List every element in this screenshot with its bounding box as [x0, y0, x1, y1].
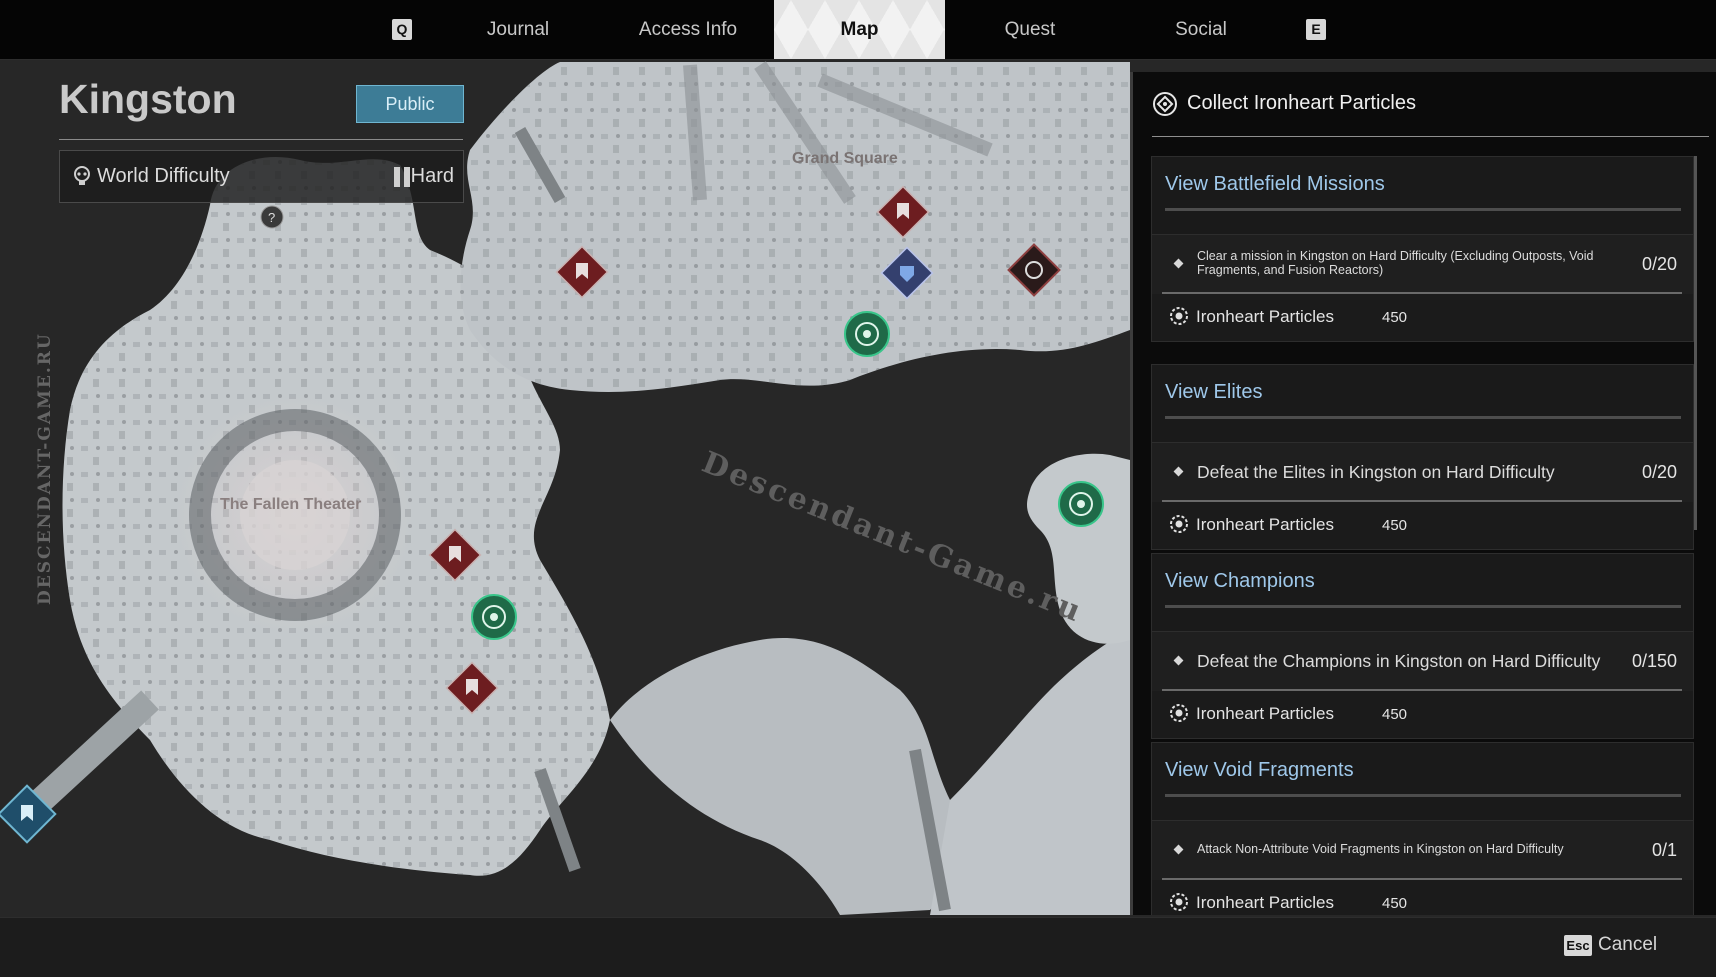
quest-tracker-panel: Collect Ironheart Particles View Battlef…	[1130, 72, 1716, 915]
section-divider	[1165, 416, 1681, 419]
reward-amount: 450	[1382, 517, 1408, 534]
visibility-badge[interactable]: Public	[356, 85, 464, 123]
ironheart-particle-icon	[1169, 703, 1189, 728]
panel-title-divider	[1152, 136, 1709, 137]
map-watermark-vertical: DESCENDANT-GAME.RU	[35, 332, 55, 605]
objective-progress: 0/1	[1651, 840, 1677, 860]
panel-title: Collect Ironheart Particles	[1187, 92, 1416, 114]
section-title-link[interactable]: View Champions	[1165, 570, 1315, 593]
location-label-grand-square: Grand Square	[792, 150, 898, 167]
section-title-link[interactable]: View Elites	[1165, 381, 1262, 404]
section-void-fragments: View Void Fragments Attack Non-Attribute…	[1151, 742, 1694, 915]
reward-amount: 450	[1382, 309, 1408, 326]
reward-amount: 450	[1382, 895, 1408, 912]
reward-row: Ironheart Particles 450	[1151, 502, 1694, 550]
ironheart-particle-icon	[1169, 306, 1189, 331]
tab-journal[interactable]: Journal	[456, 0, 580, 59]
reward-row: Ironheart Particles 450	[1151, 294, 1694, 342]
objective-text: Attack Non-Attribute Void Fragments in K…	[1197, 842, 1564, 856]
prev-tab-key-hint[interactable]: Q	[392, 19, 412, 40]
tab-quest[interactable]: Quest	[970, 0, 1090, 59]
section-champions: View Champions Defeat the Champions in K…	[1151, 553, 1694, 739]
section-battlefield-missions: View Battlefield Missions Clear a missio…	[1151, 156, 1694, 342]
svg-text:?: ?	[268, 210, 275, 225]
reward-row: Ironheart Particles 450	[1151, 691, 1694, 739]
objective-text: Clear a mission in Kingston on Hard Diff…	[1197, 249, 1594, 277]
reward-name: Ironheart Particles	[1196, 704, 1334, 723]
target-icon	[1152, 91, 1178, 122]
world-difficulty-value: Hard	[410, 165, 454, 187]
objective-row: Defeat the Champions in Kingston on Hard…	[1151, 632, 1694, 691]
difficulty-bars-icon	[393, 167, 411, 192]
objective-target-marker[interactable]	[471, 594, 517, 640]
tab-access-info[interactable]: Access Info	[617, 0, 759, 59]
reward-name: Ironheart Particles	[1196, 307, 1334, 326]
tab-social[interactable]: Social	[1140, 0, 1262, 59]
reward-name: Ironheart Particles	[1196, 515, 1334, 534]
bottom-bar	[0, 917, 1716, 977]
top-navigation-bar: Q Journal Access Info Map Quest Social E	[0, 0, 1716, 60]
section-divider	[1165, 208, 1681, 211]
region-title: Kingston	[59, 76, 237, 122]
tab-map[interactable]: Map	[774, 0, 945, 59]
skull-icon	[72, 165, 92, 192]
section-header[interactable]: View Champions	[1151, 553, 1694, 632]
world-difficulty-label: World Difficulty	[97, 165, 230, 187]
objective-row: Clear a mission in Kingston on Hard Diff…	[1151, 235, 1694, 294]
objective-target-marker[interactable]	[844, 311, 890, 357]
objective-bullet-icon	[1173, 844, 1184, 855]
section-header[interactable]: View Battlefield Missions	[1151, 156, 1694, 235]
objective-progress: 0/20	[1641, 462, 1677, 482]
objective-text: Defeat the Champions in Kingston on Hard…	[1197, 651, 1601, 671]
objective-progress: 0/20	[1641, 254, 1677, 274]
panel-scrollbar[interactable]	[1694, 156, 1697, 530]
next-tab-key-hint[interactable]: E	[1306, 19, 1326, 40]
map-island-north	[460, 61, 1130, 392]
objective-text: Defeat the Elites in Kingston on Hard Di…	[1197, 462, 1555, 482]
section-title-link[interactable]: View Void Fragments	[1165, 759, 1354, 782]
objective-progress: 0/150	[1631, 651, 1677, 671]
reward-name: Ironheart Particles	[1196, 893, 1334, 912]
esc-key-hint[interactable]: Esc	[1564, 935, 1592, 956]
section-title-link[interactable]: View Battlefield Missions	[1165, 173, 1385, 196]
ironheart-particle-icon	[1169, 514, 1189, 539]
reward-row: Ironheart Particles 450	[1151, 880, 1694, 915]
section-divider	[1165, 794, 1681, 797]
objective-target-marker[interactable]	[1058, 481, 1104, 527]
section-header[interactable]: View Elites	[1151, 364, 1694, 443]
unknown-location-marker[interactable]: ?	[260, 205, 284, 229]
section-divider	[1165, 605, 1681, 608]
objective-bullet-icon	[1173, 258, 1184, 269]
objective-row: Attack Non-Attribute Void Fragments in K…	[1151, 821, 1694, 880]
section-elites: View Elites Defeat the Elites in Kingsto…	[1151, 364, 1694, 550]
cancel-button[interactable]: Cancel	[1598, 934, 1657, 956]
world-difficulty-panel[interactable]: World Difficulty Hard	[59, 150, 464, 203]
section-header[interactable]: View Void Fragments	[1151, 742, 1694, 821]
reward-amount: 450	[1382, 706, 1408, 723]
header-divider	[59, 139, 463, 140]
location-label-fallen-theater: The Fallen Theater	[220, 496, 361, 513]
objective-bullet-icon	[1173, 466, 1184, 477]
ironheart-particle-icon	[1169, 892, 1189, 915]
objective-row: Defeat the Elites in Kingston on Hard Di…	[1151, 443, 1694, 502]
objective-bullet-icon	[1173, 655, 1184, 666]
